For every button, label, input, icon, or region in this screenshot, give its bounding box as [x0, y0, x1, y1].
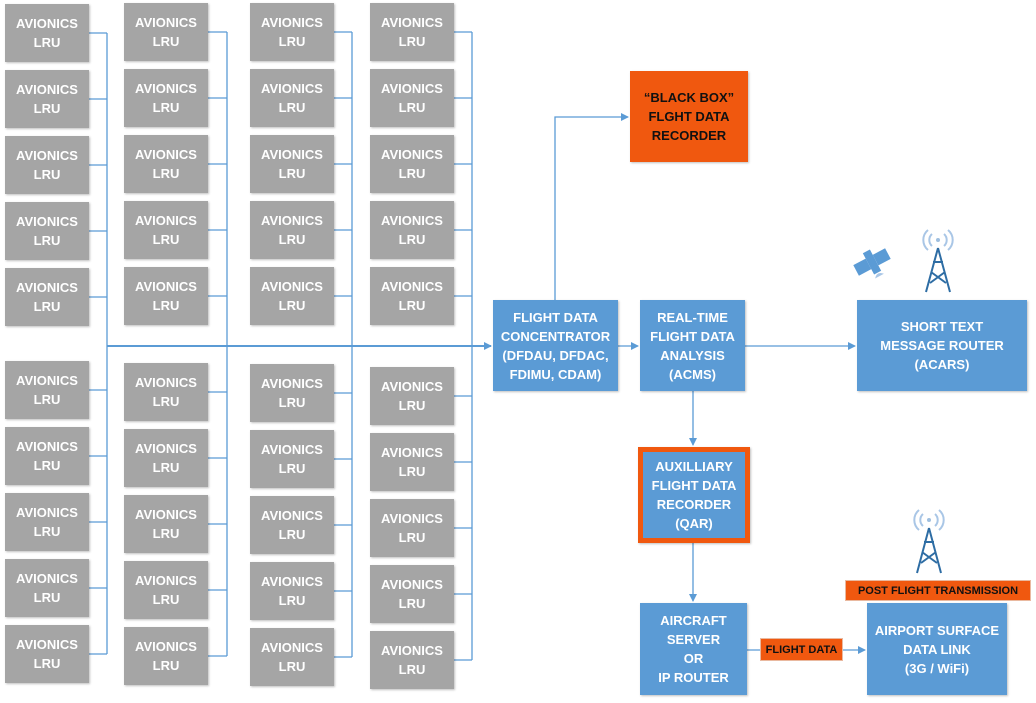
- avionics-lru-box: AVIONICS LRU: [124, 363, 208, 421]
- short-text-message-router: SHORT TEXT MESSAGE ROUTER (ACARS): [857, 300, 1027, 391]
- avionics-lru-box: AVIONICS LRU: [370, 3, 454, 61]
- realtime-flight-data-analysis: REAL-TIME FLIGHT DATA ANALYSIS (ACMS): [640, 300, 745, 391]
- avionics-lru-box: AVIONICS LRU: [124, 3, 208, 61]
- satellite-icon: [853, 248, 891, 279]
- avionics-lru-box: AVIONICS LRU: [124, 69, 208, 127]
- avionics-lru-box: AVIONICS LRU: [370, 631, 454, 689]
- avionics-lru-box: AVIONICS LRU: [250, 562, 334, 620]
- avionics-lru-box: AVIONICS LRU: [124, 429, 208, 487]
- flight-data-concentrator: FLIGHT DATA CONCENTRATOR (DFDAU, DFDAC, …: [493, 300, 618, 391]
- radio-tower-icon: [922, 229, 954, 293]
- avionics-lru-box: AVIONICS LRU: [5, 268, 89, 326]
- avionics-lru-box: AVIONICS LRU: [124, 201, 208, 259]
- airport-surface-data-link: AIRPORT SURFACE DATA LINK (3G / WiFi): [867, 603, 1007, 695]
- avionics-lru-box: AVIONICS LRU: [250, 69, 334, 127]
- avionics-lru-box: AVIONICS LRU: [5, 427, 89, 485]
- avionics-lru-box: AVIONICS LRU: [5, 202, 89, 260]
- avionics-lru-box: AVIONICS LRU: [124, 495, 208, 553]
- avionics-lru-box: AVIONICS LRU: [5, 4, 89, 62]
- avionics-lru-box: AVIONICS LRU: [250, 201, 334, 259]
- avionics-lru-box: AVIONICS LRU: [124, 627, 208, 685]
- radio-tower-icon: [913, 509, 945, 574]
- avionics-lru-box: AVIONICS LRU: [250, 267, 334, 325]
- avionics-lru-box: AVIONICS LRU: [124, 135, 208, 193]
- avionics-lru-box: AVIONICS LRU: [5, 136, 89, 194]
- black-box-flight-data-recorder: “BLACK BOX” FLGHT DATA RECORDER: [630, 71, 748, 162]
- avionics-lru-box: AVIONICS LRU: [250, 496, 334, 554]
- avionics-lru-box: AVIONICS LRU: [5, 70, 89, 128]
- avionics-lru-box: AVIONICS LRU: [370, 565, 454, 623]
- auxiliary-flight-data-recorder: AUXILLIARY FLIGHT DATA RECORDER (QAR): [638, 447, 750, 543]
- flight-data-label: FLIGHT DATA: [760, 638, 843, 661]
- post-flight-transmission-label: POST FLIGHT TRANSMISSION: [845, 580, 1031, 601]
- concentrator-to-blackbox-arrow: [554, 113, 629, 300]
- avionics-lru-box: AVIONICS LRU: [5, 625, 89, 683]
- avionics-lru-box: AVIONICS LRU: [250, 135, 334, 193]
- avionics-lru-box: AVIONICS LRU: [370, 267, 454, 325]
- avionics-lru-box: AVIONICS LRU: [370, 499, 454, 557]
- avionics-lru-box: AVIONICS LRU: [370, 69, 454, 127]
- avionics-lru-box: AVIONICS LRU: [5, 559, 89, 617]
- avionics-lru-box: AVIONICS LRU: [5, 493, 89, 551]
- avionics-lru-box: AVIONICS LRU: [250, 364, 334, 422]
- avionics-lru-box: AVIONICS LRU: [370, 201, 454, 259]
- avionics-lru-box: AVIONICS LRU: [124, 267, 208, 325]
- avionics-lru-box: AVIONICS LRU: [250, 3, 334, 61]
- avionics-lru-box: AVIONICS LRU: [370, 367, 454, 425]
- avionics-lru-box: AVIONICS LRU: [370, 433, 454, 491]
- avionics-lru-box: AVIONICS LRU: [250, 628, 334, 686]
- aircraft-server-ip-router: AIRCRAFT SERVER OR IP ROUTER: [640, 603, 747, 695]
- avionics-lru-box: AVIONICS LRU: [5, 361, 89, 419]
- avionics-lru-box: AVIONICS LRU: [250, 430, 334, 488]
- avionics-lru-box: AVIONICS LRU: [124, 561, 208, 619]
- avionics-lru-box: AVIONICS LRU: [370, 135, 454, 193]
